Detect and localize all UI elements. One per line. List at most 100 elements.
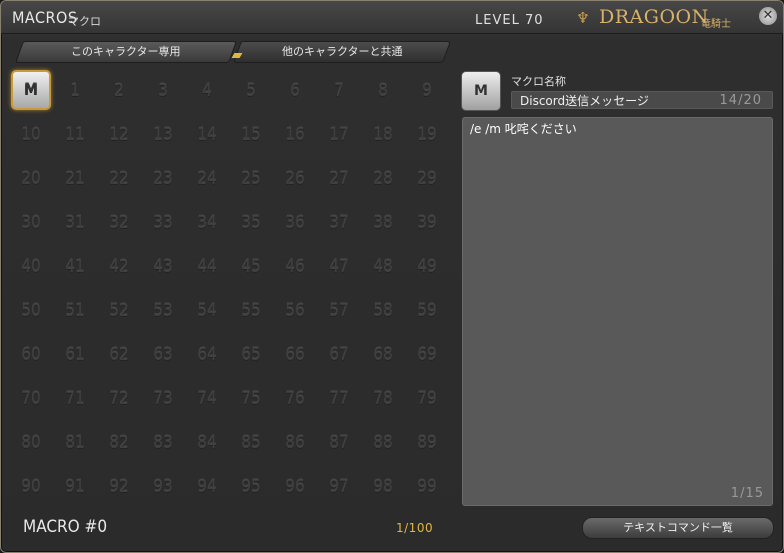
macro-slot[interactable]: 80 [9,421,53,465]
macro-slot[interactable]: 69 [405,333,449,377]
macro-slot[interactable]: 43 [141,245,185,289]
macro-slot[interactable]: 31 [53,201,97,245]
macro-slot[interactable]: 68 [361,333,405,377]
macro-slot[interactable]: 58 [361,289,405,333]
macro-slot[interactable]: 57 [317,289,361,333]
macro-slot[interactable]: 59 [405,289,449,333]
macro-slot[interactable]: 84 [185,421,229,465]
macro-slot[interactable]: 94 [185,465,229,509]
macro-slot[interactable]: 66 [273,333,317,377]
macro-slot[interactable]: 82 [97,421,141,465]
macro-slot[interactable]: 96 [273,465,317,509]
tab-shared[interactable]: 他のキャラクターと共通 [232,41,452,63]
macro-slot[interactable]: 3 [141,69,185,113]
macro-slot[interactable]: 48 [361,245,405,289]
macro-slot[interactable]: 44 [185,245,229,289]
macro-slot[interactable]: 62 [97,333,141,377]
macro-slot[interactable]: 40 [9,245,53,289]
macro-slot[interactable]: 74 [185,377,229,421]
macro-slot[interactable]: 29 [405,157,449,201]
macro-slot[interactable]: 5 [229,69,273,113]
macro-slot[interactable]: 99 [405,465,449,509]
macro-slot[interactable]: 78 [361,377,405,421]
macro-slot[interactable]: 95 [229,465,273,509]
macro-slot[interactable]: 25 [229,157,273,201]
macro-slot[interactable]: 60 [9,333,53,377]
macro-slot[interactable]: 81 [53,421,97,465]
macro-slot[interactable]: 30 [9,201,53,245]
macro-slot[interactable]: 18 [361,113,405,157]
macro-slot[interactable]: 77 [317,377,361,421]
macro-slot[interactable]: 27 [317,157,361,201]
macro-slot[interactable]: 21 [53,157,97,201]
macro-slot[interactable]: 36 [273,201,317,245]
macro-slot[interactable]: 32 [97,201,141,245]
macro-slot[interactable]: 65 [229,333,273,377]
macro-slot[interactable]: 15 [229,113,273,157]
macro-text-area[interactable]: /e /m 叱咤ください 1/15 [462,117,773,506]
macro-slot[interactable]: 70 [9,377,53,421]
macro-slot[interactable]: 47 [317,245,361,289]
macro-slot[interactable]: 37 [317,201,361,245]
macro-slot[interactable]: 13 [141,113,185,157]
macro-slot[interactable]: 92 [97,465,141,509]
macro-slot[interactable]: 50 [9,289,53,333]
text-command-list-button[interactable]: テキストコマンド一覧 [582,517,774,539]
macro-slot[interactable]: 53 [141,289,185,333]
macro-slot[interactable]: 19 [405,113,449,157]
macro-slot[interactable]: 75 [229,377,273,421]
macro-slot[interactable]: 38 [361,201,405,245]
macro-slot[interactable]: 1 [53,69,97,113]
macro-slot[interactable]: 17 [317,113,361,157]
macro-slot[interactable]: 33 [141,201,185,245]
macro-slot[interactable]: 22 [97,157,141,201]
macro-slot[interactable]: 71 [53,377,97,421]
close-icon[interactable]: ✕ [759,7,777,25]
macro-slot[interactable]: 45 [229,245,273,289]
macro-slot[interactable]: 52 [97,289,141,333]
macro-slot[interactable]: 34 [185,201,229,245]
macro-slot[interactable]: 56 [273,289,317,333]
macro-slot[interactable]: 67 [317,333,361,377]
macro-name-input[interactable]: Discord送信メッセージ 14/20 [511,91,773,109]
macro-slot[interactable]: 4 [185,69,229,113]
macro-slot[interactable]: 88 [361,421,405,465]
macro-slot[interactable]: 98 [361,465,405,509]
macro-slot[interactable]: 8 [361,69,405,113]
macro-slot[interactable]: 87 [317,421,361,465]
macro-slot[interactable]: 39 [405,201,449,245]
macro-slot[interactable]: 35 [229,201,273,245]
macro-slot[interactable]: 79 [405,377,449,421]
title-bar[interactable]: MACROS マクロ LEVEL 70 ♆ DRAGOON 竜騎士 ✕ [1,1,783,34]
macro-slot[interactable]: 89 [405,421,449,465]
macro-slot[interactable]: 9 [405,69,449,113]
macro-slot[interactable]: 55 [229,289,273,333]
macro-slot[interactable]: 91 [53,465,97,509]
macro-slot[interactable]: 24 [185,157,229,201]
macro-slot[interactable]: 51 [53,289,97,333]
macro-slot[interactable]: 93 [141,465,185,509]
macro-slot[interactable]: 12 [97,113,141,157]
macro-slot[interactable]: 90 [9,465,53,509]
macro-slot[interactable]: 64 [185,333,229,377]
macro-slot[interactable]: 7 [317,69,361,113]
macro-slot[interactable]: 83 [141,421,185,465]
macro-slot[interactable]: 6 [273,69,317,113]
macro-slot[interactable]: 41 [53,245,97,289]
macro-slot[interactable]: M [9,69,53,113]
macro-slot[interactable]: 85 [229,421,273,465]
macro-slot[interactable]: 49 [405,245,449,289]
macro-slot[interactable]: 86 [273,421,317,465]
macro-slot[interactable]: 28 [361,157,405,201]
macro-slot[interactable]: 26 [273,157,317,201]
macro-slot[interactable]: 11 [53,113,97,157]
macro-slot[interactable]: 42 [97,245,141,289]
macro-slot[interactable]: 46 [273,245,317,289]
macro-slot[interactable]: 97 [317,465,361,509]
macro-icon-button[interactable]: M [461,71,501,111]
macro-slot[interactable]: 23 [141,157,185,201]
macro-slot[interactable]: 2 [97,69,141,113]
macro-slot[interactable]: 72 [97,377,141,421]
macro-slot[interactable]: 16 [273,113,317,157]
tab-this-character[interactable]: このキャラクター専用 [14,41,238,63]
